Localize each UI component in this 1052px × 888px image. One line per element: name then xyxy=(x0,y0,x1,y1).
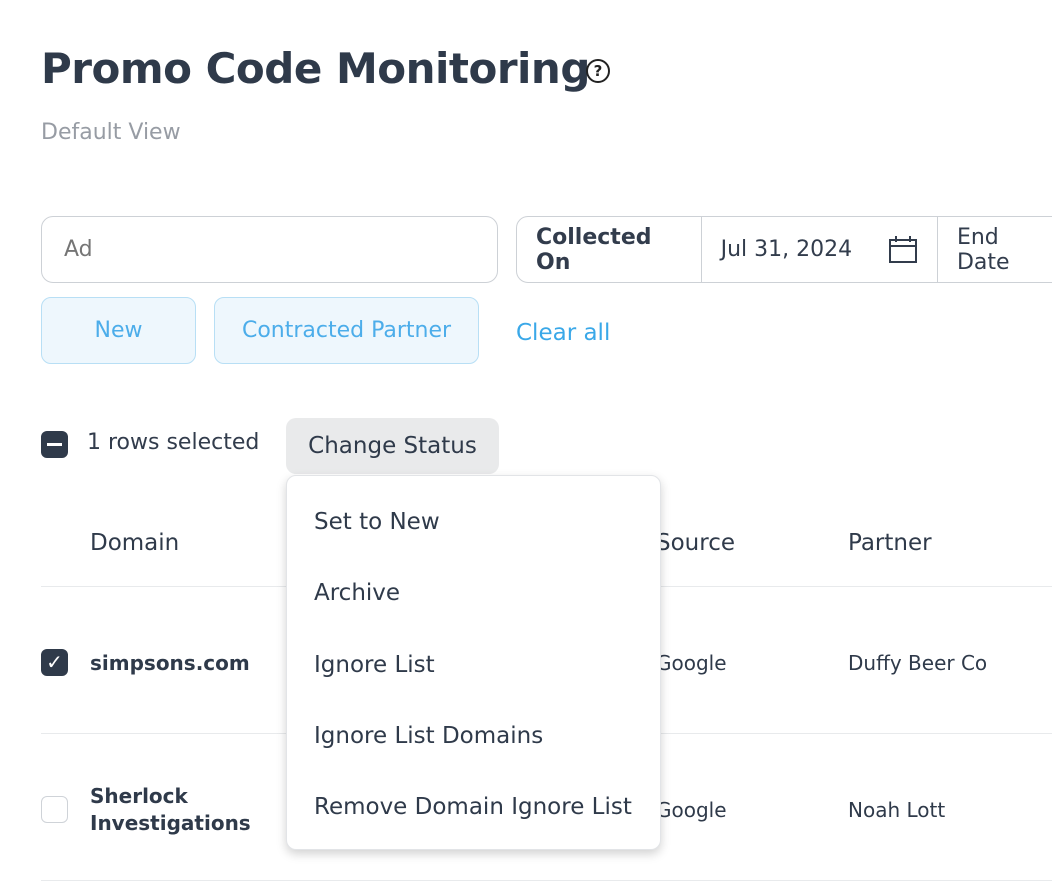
domain-cell: Sherlock Investigations xyxy=(90,784,251,835)
menu-item-remove-domain-ignore-list[interactable]: Remove Domain Ignore List xyxy=(314,794,632,820)
column-header-partner[interactable]: Partner xyxy=(848,530,932,556)
column-header-source[interactable]: Source xyxy=(656,530,735,556)
row-checkbox-checked[interactable]: ✓ xyxy=(41,649,68,676)
start-date-input[interactable]: Jul 31, 2024 xyxy=(702,217,938,282)
select-all-checkbox[interactable] xyxy=(41,431,68,458)
source-cell: Google xyxy=(656,798,727,822)
divider xyxy=(41,880,1052,881)
partner-cell: Noah Lott xyxy=(848,798,946,822)
change-status-menu: Set to New Archive Ignore List Ignore Li… xyxy=(286,475,661,850)
filter-chip-contracted-partner[interactable]: Contracted Partner xyxy=(214,297,479,364)
calendar-icon[interactable] xyxy=(888,235,918,265)
date-field-label: Collected On xyxy=(517,217,702,282)
start-date-value: Jul 31, 2024 xyxy=(720,237,853,262)
clear-all-link[interactable]: Clear all xyxy=(516,320,610,346)
page-title: Promo Code Monitoring xyxy=(41,44,590,93)
search-input[interactable] xyxy=(41,216,498,283)
row-checkbox[interactable] xyxy=(41,796,68,823)
filter-chip-new[interactable]: New xyxy=(41,297,196,364)
menu-item-set-to-new[interactable]: Set to New xyxy=(314,509,440,535)
menu-item-ignore-list[interactable]: Ignore List xyxy=(314,652,435,678)
help-icon[interactable]: ? xyxy=(586,59,610,83)
view-name: Default View xyxy=(41,120,181,145)
column-header-domain[interactable]: Domain xyxy=(90,530,179,556)
rows-selected-text: 1 rows selected xyxy=(87,430,260,455)
source-cell: Google xyxy=(656,651,727,675)
end-date-input[interactable]: End Date xyxy=(938,217,1052,282)
menu-item-archive[interactable]: Archive xyxy=(314,580,400,606)
date-range-filter: Collected On Jul 31, 2024 End Date xyxy=(516,216,1052,283)
change-status-button[interactable]: Change Status xyxy=(286,418,499,474)
menu-item-ignore-list-domains[interactable]: Ignore List Domains xyxy=(314,723,543,749)
partner-cell: Duffy Beer Co xyxy=(848,651,988,675)
domain-cell: simpsons.com xyxy=(90,651,250,675)
